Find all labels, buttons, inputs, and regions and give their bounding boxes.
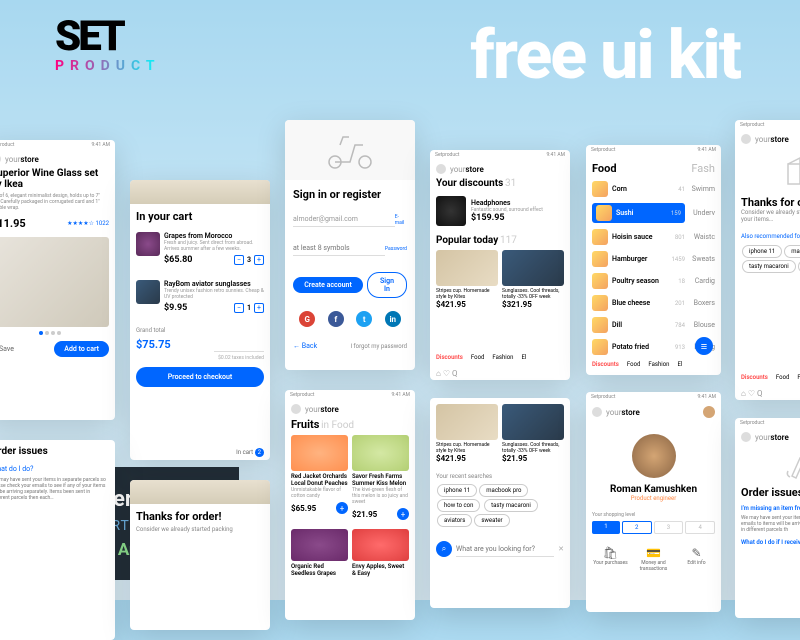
screen-thanks: Setproduct9:41 AM yourstore Thanks for o… (735, 120, 800, 400)
screen-signin: Sign in or register E-mail Password Crea… (285, 120, 415, 370)
product-image (291, 435, 348, 471)
screen-order-issues-2: Setproduct9:41 AM yourstore Order issues… (735, 418, 800, 618)
back-button[interactable]: ← Back (293, 342, 317, 350)
food-row[interactable]: Poultry season18Cardig (592, 270, 715, 292)
google-icon[interactable]: G (299, 311, 315, 327)
screen-product-detail: Setproduct9:41 AM yourstore Superior Win… (0, 140, 115, 420)
food-row[interactable]: Dill784Blouse (592, 314, 715, 336)
logo-main: SET (55, 20, 123, 54)
logo-sub: PRODUCT (55, 58, 161, 74)
grand-total: $75.75 (136, 338, 171, 351)
create-account-button[interactable]: Create account (293, 277, 363, 293)
signin-title: Sign in or register (293, 188, 407, 201)
password-input[interactable] (293, 241, 385, 256)
screen-search: Stripes cup. Homemade style by Kites $42… (430, 398, 570, 608)
product-image (502, 250, 564, 286)
twitter-icon[interactable]: t (356, 311, 372, 327)
product-title: Superior Wine Glass set by Ikea (0, 168, 109, 190)
cart-item-image (136, 280, 160, 304)
product-image (436, 250, 498, 286)
add-button[interactable]: + (397, 508, 409, 520)
menu-purchases[interactable]: 🛍Your purchases (592, 546, 629, 572)
screen-food-categories: Setproduct9:41 AM FoodFash Corn41SwimmSu… (586, 145, 721, 375)
screen-fruits: Setproduct9:41 AM yourstore Fruits in Fo… (285, 390, 415, 620)
profile-role: Product engineer (592, 495, 715, 502)
menu-edit[interactable]: ✎Edit info (678, 546, 715, 572)
product-image (0, 237, 109, 327)
logo: SET PRODUCT (55, 20, 161, 74)
filter-fab[interactable]: ≡ (695, 337, 713, 355)
scooter-icon (325, 130, 375, 170)
bottle-icon (782, 451, 800, 481)
profile-name: Roman Kamushken (592, 484, 715, 495)
rating: ★★★★☆ 1022 (67, 220, 109, 227)
screen-discounts: Setproduct9:41 AM yourstore Your discoun… (430, 150, 570, 380)
food-row[interactable]: Corn41Swimm (592, 178, 715, 200)
checkout-button[interactable]: Proceed to checkout (136, 367, 264, 387)
package-icon (780, 154, 800, 190)
product-price: $11.95 (0, 217, 26, 230)
facebook-icon[interactable]: f (328, 311, 344, 327)
search-icon[interactable]: ⌕ (436, 541, 452, 557)
profile-avatar (632, 434, 676, 478)
cart-item-image (136, 232, 160, 256)
promo-input[interactable] (214, 337, 264, 352)
food-row[interactable]: Hoisin sauce801Waistc (592, 226, 715, 248)
qty-stepper[interactable]: −3+ (234, 255, 264, 265)
screen-thanks-2: Thanks for order! Consider we already st… (130, 480, 270, 630)
product-desc: Set of 6, elegant minimalist design, hol… (0, 193, 109, 211)
product-image (436, 196, 466, 226)
screen-order-issues: Order issues What do I do? We may have s… (0, 440, 115, 640)
food-row[interactable]: Sushi159Underv (592, 200, 715, 226)
search-input[interactable] (456, 542, 554, 557)
screen-profile: Setproduct9:41 AM yourstore Roman Kamush… (586, 392, 721, 612)
hero-title: free ui kit (470, 15, 740, 95)
product-image (352, 435, 409, 471)
cart-title: In your cart (136, 210, 264, 223)
food-row[interactable]: Hamburger1459Sweats (592, 248, 715, 270)
screen-cart: In your cart Grapes from Morocco Fresh a… (130, 180, 270, 460)
avatar[interactable] (703, 406, 715, 418)
forgot-link[interactable]: I forgot my password (350, 343, 407, 350)
qty-stepper[interactable]: −1+ (234, 303, 264, 313)
add-button[interactable]: + (336, 502, 348, 514)
food-row[interactable]: Blue cheese201Boxers (592, 292, 715, 314)
add-to-cart-button[interactable]: Add to cart (54, 341, 109, 357)
linkedin-icon[interactable]: in (385, 311, 401, 327)
signin-button[interactable]: Sign In (367, 272, 407, 298)
menu-money[interactable]: 💳Money and transactions (635, 546, 672, 572)
email-input[interactable] (293, 212, 395, 227)
